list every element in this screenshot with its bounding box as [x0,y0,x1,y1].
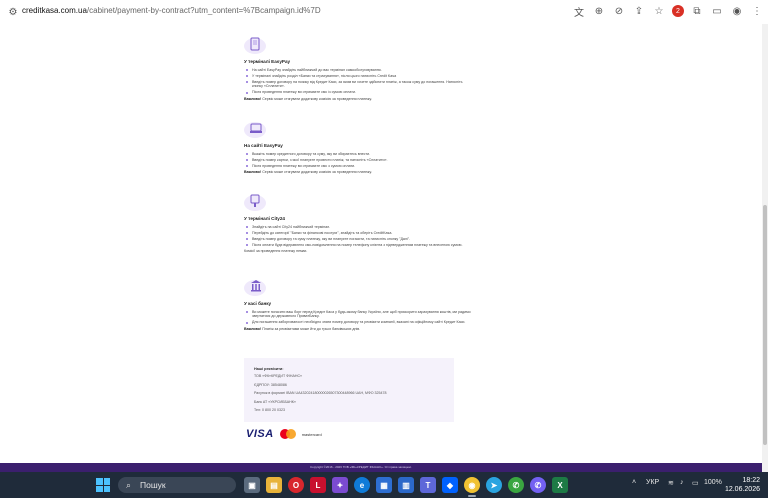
note-label: Важливо! [244,96,262,101]
list-item: Після проведення платежу ви отримаєте см… [244,90,474,94]
battery-icon[interactable]: ▭ [692,479,699,487]
dropbox-icon[interactable]: ◆ [442,477,458,493]
phone-terminal-icon [244,37,266,54]
zoom-icon[interactable]: ⊕ [592,4,606,18]
teams-icon[interactable]: T [420,477,436,493]
section-title: У касі банку [244,301,272,306]
wifi-icon[interactable]: ≋ [668,479,674,487]
section-title: У терміналі City24 [244,216,285,221]
list-item: Введіть номер договору на позику від Кре… [244,80,474,89]
list-item: На сайті EasyPay знайдіть найближчий до … [244,68,474,72]
section-terminal-city24: У терміналі City24 Знайдіть на сайті Cit… [244,194,474,253]
address-bar[interactable]: creditkasa.com.ua/cabinet/payment-by-con… [22,6,321,15]
tray-chevron-icon[interactable]: ˄ [632,479,636,486]
system-clock[interactable]: 18:22 12.06.2026 [725,476,760,494]
section-title: У терміналі EasyPay [244,59,291,64]
taskbar: ⌕ Пошук ▣ ▤ O L ✦ e ▦ ▥ T ◆ ◉ ➤ ✆ ✆ X ˄ … [0,472,768,498]
eye-off-icon[interactable]: ⊘ [612,4,626,18]
clock-time: 18:22 [742,477,760,484]
list-item: Після проведення платежу ви отримаєте см… [244,164,474,168]
section-bank-cashdesk: У касі банку Ви можете погасити ваш борг… [244,280,474,331]
url-path: /cabinet/payment-by-contract?utm_content… [86,6,321,15]
bank-icon [244,280,266,296]
file-explorer-icon[interactable]: ▤ [266,477,282,493]
active-app-indicator [468,495,476,497]
company-details-box: Наші реквізити: ТОВ «ФК«КРЕДИТ ФІНАНС» Є… [244,358,454,422]
list-item: Перейдіть до категорії "Банки та фінансо… [244,231,474,235]
details-line: Тел: 0 800 20 0323 [254,408,285,412]
section-note: Важливо! Сервіс може стягувати додаткову… [244,170,474,174]
share-icon[interactable]: ⇪ [632,4,646,18]
mastercard-text: mastercard [301,431,322,437]
note-text: Платіж за реквізитами може йти до трьох … [261,326,361,331]
excel-icon[interactable]: X [552,477,568,493]
copilot-icon[interactable]: ✦ [332,477,348,493]
viber-icon[interactable]: ✆ [530,477,546,493]
battery-percent: 100% [704,479,722,486]
task-view-icon[interactable]: ▣ [244,477,260,493]
extension-badge[interactable]: 2 [672,5,684,17]
list-item: Вкажіть номер кредитного договору та сум… [244,152,474,156]
opera-icon[interactable]: O [288,477,304,493]
footer-copyright: Copyright ©2016 - 2026 ТОВ «ФК«КРЕДИТ ФІ… [310,465,412,469]
list-item: Знайдіть на сайті City24 найближчий терм… [244,225,474,229]
volume-icon[interactable]: ♪ [680,479,684,486]
list-item: Для погашення заборгованості необхідно з… [244,320,474,324]
note-label: Важливо! [244,326,262,331]
note-label: Важливо! [244,170,262,175]
panel-icon[interactable]: ▭ [710,4,724,18]
chrome-icon[interactable]: ◉ [464,477,480,493]
url-domain: creditkasa.com.ua [22,6,87,15]
whatsapp-icon[interactable]: ✆ [508,477,524,493]
windows-start-icon[interactable] [96,478,110,492]
lastpass-icon[interactable]: L [310,477,326,493]
page-content: У терміналі EasyPay На сайті EasyPay зна… [0,24,762,472]
scrollbar-thumb[interactable] [763,205,767,445]
details-line: ТОВ «ФК«КРЕДИТ ФІНАНС» [254,374,303,378]
store-icon[interactable]: ▦ [376,477,392,493]
calendar-icon[interactable]: ▥ [398,477,414,493]
site-footer: Copyright ©2016 - 2026 ТОВ «ФК«КРЕДИТ ФІ… [0,463,762,472]
terminal-icon [244,194,266,211]
note-text: Комісії за проведення платежу немає. [244,249,308,254]
telegram-icon[interactable]: ➤ [486,477,502,493]
list-item: Введіть номер договору та суму платежу, … [244,237,474,241]
language-indicator[interactable]: УКР [646,479,659,486]
translate-icon[interactable]: 文 [572,4,586,19]
list-item: Ви можете погасити ваш борг перед Кредит… [244,310,474,319]
payment-logos: VISA mastercard [246,428,322,440]
details-line: Рахунок в форматі IBAN UA432024180000026… [254,391,387,395]
section-title: На сайті EasyPay [244,143,283,148]
search-icon: ⌕ [126,480,132,490]
list-item: Після оплати будє відправлено смс-повідо… [244,243,474,247]
site-info-icon[interactable]: ⚙ [6,5,20,19]
section-note: Комісії за проведення платежу немає. [244,249,474,253]
list-item: У терміналі знайдіть розділ «Банки та ст… [244,74,474,78]
browser-toolbar: ⚙ creditkasa.com.ua/cabinet/payment-by-c… [0,0,768,25]
edge-icon[interactable]: e [354,477,370,493]
section-terminal-easypay: У терміналі EasyPay На сайті EasyPay зна… [244,37,474,101]
search-label: Пошук [140,480,166,490]
star-icon[interactable]: ☆ [652,4,666,18]
details-line: Банк АТ «УКРСИББАНК» [254,399,296,404]
visa-logo: VISA [246,428,274,440]
note-text: Сервіс може стягувати додаткову комісію … [261,170,372,175]
section-note: Важливо! Платіж за реквізитами може йти … [244,327,474,331]
mastercard-logo-icon [279,429,296,439]
taskbar-search[interactable]: ⌕ Пошук [118,477,236,493]
section-note: Важливо! Сервіс може стягувати додаткову… [244,97,474,101]
list-item: Введіть номер картки, з якої плануєте пр… [244,158,474,162]
note-text: Сервіс може стягувати додаткову комісію … [261,96,372,101]
profile-icon[interactable]: ◉ [730,4,744,18]
laptop-icon [244,122,266,138]
details-line: ЄДРПОУ: 38548086 [254,382,287,387]
extensions-icon[interactable]: ⧉ [690,4,704,18]
list-item-text: Знайдіть на сайті City24 найближчий терм… [252,225,331,229]
menu-icon[interactable]: ⋮ [750,4,764,18]
section-site-easypay: На сайті EasyPay Вкажіть номер кредитног… [244,122,474,174]
clock-date: 12.06.2026 [724,486,760,493]
